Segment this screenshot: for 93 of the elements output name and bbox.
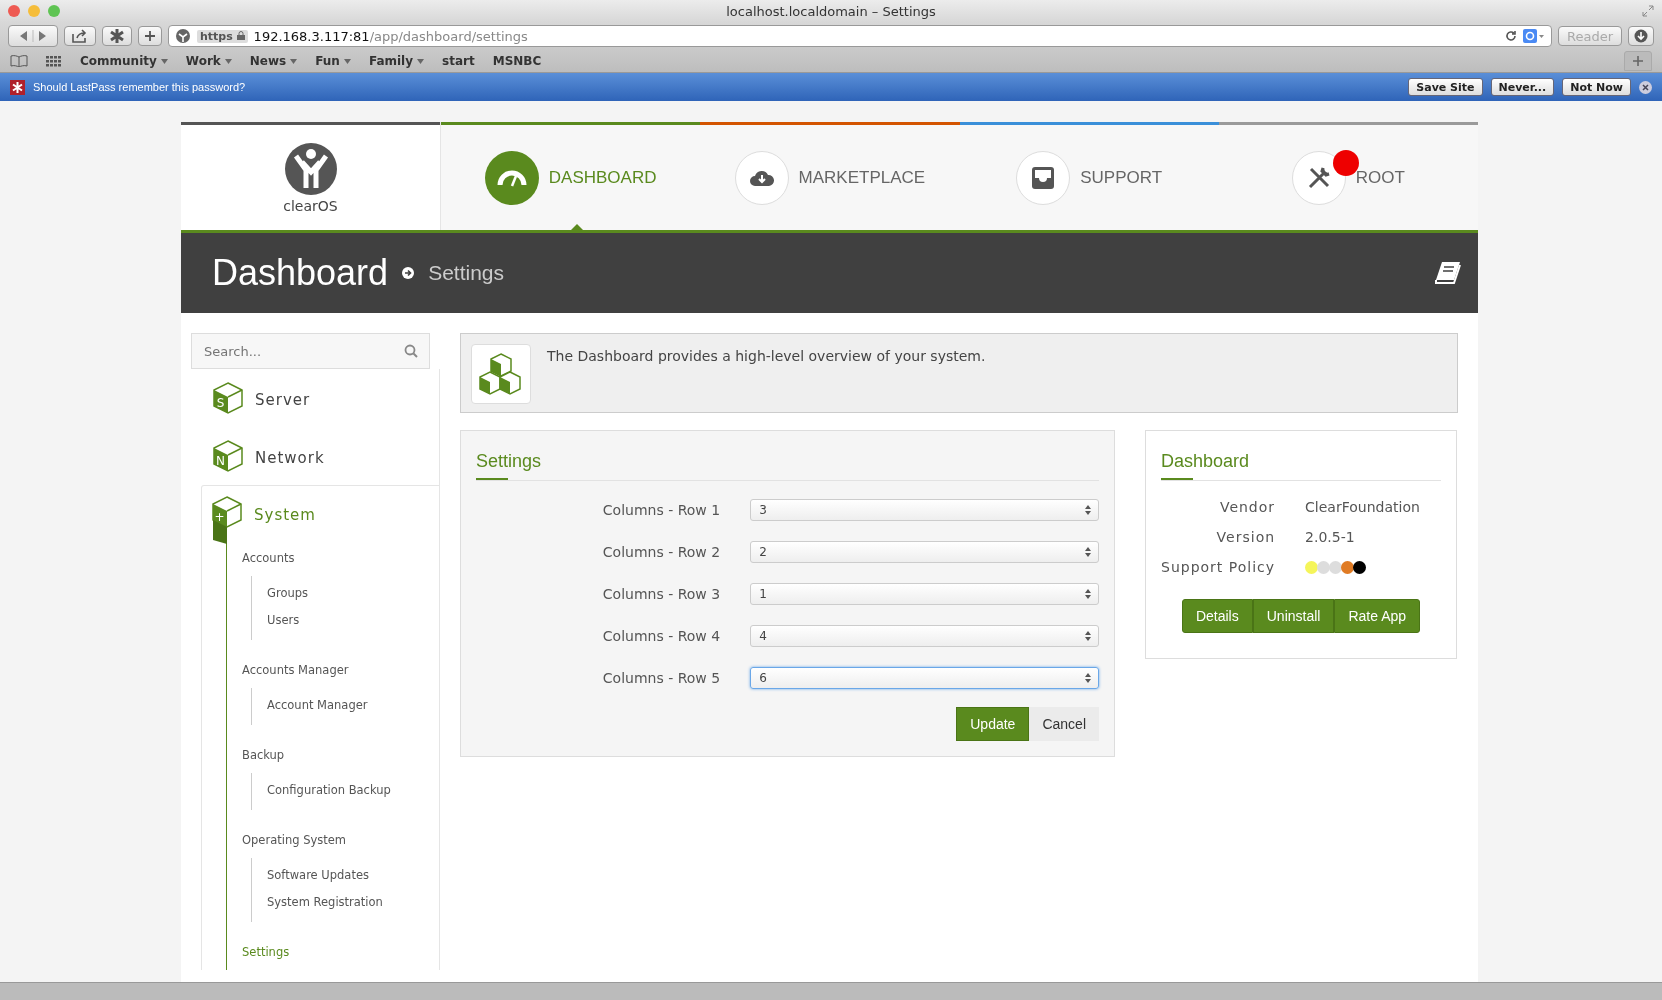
cubes-icon [471, 344, 531, 404]
search-field[interactable]: Search... [191, 333, 430, 369]
sidebar-link[interactable]: System Registration [267, 889, 439, 916]
lastpass-button[interactable]: Not Now [1562, 78, 1631, 96]
stepper-icon [1084, 588, 1092, 600]
nav-tab[interactable]: MARKETPLACE [700, 122, 960, 230]
bookmark-item[interactable]: MSNBC [492, 54, 542, 68]
caret-icon [417, 58, 425, 64]
nav-tab[interactable]: ROOT [1218, 122, 1478, 230]
arrow-icon [402, 267, 415, 279]
bookmark-item[interactable]: Work [185, 54, 232, 68]
close-icon[interactable] [1639, 80, 1652, 94]
info-value: ClearFoundation [1305, 499, 1421, 515]
cancel-button[interactable]: Cancel [1029, 707, 1099, 741]
info-text: The Dashboard provides a high-level overview of your system. [547, 348, 986, 364]
cube-icon: S [213, 382, 243, 414]
plus-icon [1633, 56, 1643, 66]
grid-icon[interactable] [46, 55, 62, 67]
select-field[interactable]: 2 [750, 541, 1099, 563]
field-label: Columns - Row 5 [601, 670, 721, 686]
field-label: Columns - Row 3 [601, 586, 721, 602]
lastpass-button[interactable] [102, 26, 132, 46]
select-field[interactable]: 1 [750, 583, 1099, 605]
caret-icon [224, 58, 232, 64]
field-label: Columns - Row 4 [601, 628, 721, 644]
app-action-button[interactable]: Uninstall [1252, 599, 1335, 633]
app-action-button[interactable]: Details [1181, 599, 1253, 633]
address-field[interactable]: https 192.168.3.117:81/app/dashboard/settings [168, 25, 1552, 47]
caret-icon [290, 58, 298, 64]
bookmark-item[interactable]: Family [368, 54, 425, 68]
stepper-icon [1084, 546, 1092, 558]
logo-text: clearOS [283, 197, 338, 214]
url-text: 192.168.3.117:81/app/dashboard/settings [253, 28, 528, 44]
page-title: Dashboard [212, 252, 389, 294]
sidebar-group[interactable]: Settings [242, 922, 439, 970]
sidebar-link[interactable]: Software Updates [267, 862, 439, 889]
bookmark-item[interactable]: Community [80, 54, 168, 68]
close-window-icon[interactable] [8, 5, 20, 17]
logo-icon [283, 141, 338, 196]
info-value: 2.0.5-1 [1305, 529, 1356, 545]
info-label: Vendor [1218, 499, 1276, 515]
stepper-icon [1084, 672, 1092, 684]
field-label: Columns - Row 2 [601, 544, 721, 560]
stepper-icon [1084, 630, 1092, 642]
site-icon [175, 28, 191, 44]
sidebar-group[interactable]: Operating System [242, 810, 439, 858]
plus-icon [144, 30, 156, 42]
breadcrumb-item[interactable]: Settings [428, 261, 504, 285]
https-badge: https [197, 29, 248, 43]
download-icon [1634, 29, 1648, 43]
lastpass-button[interactable]: Save Site [1408, 78, 1483, 96]
lastpass-button[interactable]: Never... [1490, 78, 1555, 96]
cube-icon: N [213, 440, 243, 472]
app-action-button[interactable]: Rate App [1334, 599, 1421, 633]
share-icon [71, 29, 89, 43]
caret-icon [160, 58, 168, 64]
select-field[interactable]: 3 [750, 499, 1099, 521]
sidebar-link[interactable]: Groups [267, 580, 439, 607]
search-engine-icon[interactable] [1523, 29, 1545, 43]
update-button[interactable]: Update [956, 707, 1030, 741]
sidebar-category[interactable]: N Network [181, 427, 439, 485]
nav-tab[interactable]: SUPPORT [959, 122, 1219, 230]
caret-icon [343, 58, 351, 64]
back-forward-button[interactable] [8, 25, 58, 47]
reload-icon[interactable] [1505, 30, 1517, 42]
bookmark-item[interactable]: Fun [315, 54, 351, 68]
window-title: localhost.localdomain – Settings [726, 3, 936, 19]
asterisk-icon [109, 28, 125, 44]
new-tab-button[interactable] [138, 26, 162, 46]
panel-title: Dashboard [1161, 451, 1441, 481]
lastpass-message: Should LastPass remember this password? [33, 81, 246, 93]
downloads-button[interactable] [1628, 26, 1654, 46]
book-icon[interactable] [1434, 260, 1462, 286]
select-field[interactable]: 4 [750, 625, 1099, 647]
sidebar-link[interactable]: Users [267, 607, 439, 634]
field-label: Columns - Row 1 [601, 502, 721, 518]
search-icon [404, 344, 418, 358]
bookmark-item[interactable]: News [249, 54, 298, 68]
sidebar-group[interactable]: Backup [242, 725, 439, 773]
lastpass-icon [10, 79, 25, 95]
sidebar-link[interactable]: Configuration Backup [267, 777, 439, 804]
sidebar-link[interactable]: Account Manager [267, 692, 439, 719]
inbox-icon [1031, 165, 1056, 190]
info-label: Version [1215, 529, 1276, 545]
fullscreen-icon[interactable] [1642, 5, 1654, 17]
stepper-icon [1084, 504, 1092, 516]
share-button[interactable] [64, 26, 96, 46]
sidebar-group[interactable]: Accounts Manager [242, 640, 439, 688]
bookmark-item[interactable]: start [442, 54, 475, 68]
info-label: Support Policy [1161, 559, 1276, 575]
select-field[interactable]: 6 [750, 667, 1099, 689]
panel-title: Settings [476, 451, 1099, 481]
sidebar-category[interactable]: S Server [181, 369, 439, 427]
